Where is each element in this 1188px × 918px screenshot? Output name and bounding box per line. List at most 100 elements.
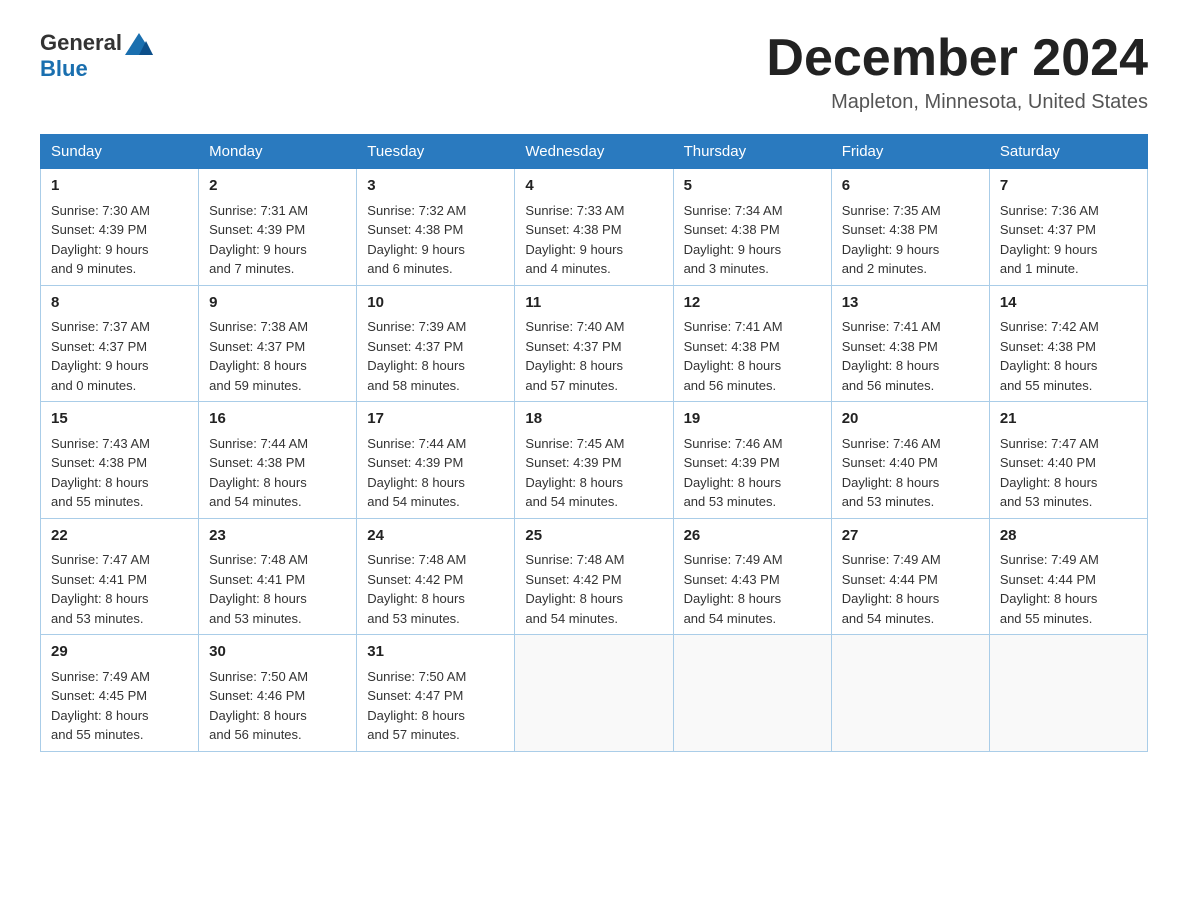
daylight-text-line2: and 2 minutes. bbox=[842, 259, 979, 279]
calendar-cell: 19Sunrise: 7:46 AMSunset: 4:39 PMDayligh… bbox=[673, 402, 831, 519]
day-info: Sunrise: 7:33 AMSunset: 4:38 PMDaylight:… bbox=[525, 201, 662, 279]
daylight-text-line2: and 57 minutes. bbox=[525, 376, 662, 396]
sunset-text: Sunset: 4:44 PM bbox=[1000, 570, 1137, 590]
sunrise-text: Sunrise: 7:47 AM bbox=[1000, 434, 1137, 454]
daylight-text-line1: Daylight: 9 hours bbox=[684, 240, 821, 260]
daylight-text-line1: Daylight: 8 hours bbox=[367, 356, 504, 376]
sunrise-text: Sunrise: 7:50 AM bbox=[209, 667, 346, 687]
day-number: 4 bbox=[525, 175, 662, 198]
daylight-text-line2: and 56 minutes. bbox=[684, 376, 821, 396]
day-info: Sunrise: 7:47 AMSunset: 4:40 PMDaylight:… bbox=[1000, 434, 1137, 512]
day-info: Sunrise: 7:47 AMSunset: 4:41 PMDaylight:… bbox=[51, 550, 188, 628]
sunrise-text: Sunrise: 7:33 AM bbox=[525, 201, 662, 221]
day-number: 2 bbox=[209, 175, 346, 198]
calendar-cell: 2 Sunrise: 7:31 AMSunset: 4:39 PMDaylight… bbox=[199, 169, 357, 286]
daylight-text-line2: and 55 minutes. bbox=[1000, 376, 1137, 396]
sunset-text: Sunset: 4:39 PM bbox=[525, 453, 662, 473]
sunset-text: Sunset: 4:38 PM bbox=[684, 220, 821, 240]
day-number: 6 bbox=[842, 175, 979, 198]
daylight-text-line1: Daylight: 8 hours bbox=[367, 473, 504, 493]
calendar-cell: 28Sunrise: 7:49 AMSunset: 4:44 PMDayligh… bbox=[989, 518, 1147, 635]
day-info: Sunrise: 7:34 AMSunset: 4:38 PMDaylight:… bbox=[684, 201, 821, 279]
sunrise-text: Sunrise: 7:41 AM bbox=[842, 317, 979, 337]
sunset-text: Sunset: 4:40 PM bbox=[842, 453, 979, 473]
sunrise-text: Sunrise: 7:48 AM bbox=[209, 550, 346, 570]
calendar-cell: 3Sunrise: 7:32 AMSunset: 4:38 PMDaylight… bbox=[357, 169, 515, 286]
weekday-header-monday: Monday bbox=[199, 135, 357, 169]
day-number: 31 bbox=[367, 641, 504, 664]
daylight-text-line1: Daylight: 9 hours bbox=[51, 240, 188, 260]
daylight-text-line2: and 54 minutes. bbox=[209, 492, 346, 512]
daylight-text-line2: and 53 minutes. bbox=[51, 609, 188, 629]
sunset-text: Sunset: 4:46 PM bbox=[209, 686, 346, 706]
sunset-text: Sunset: 4:37 PM bbox=[209, 337, 346, 357]
daylight-text-line2: and 53 minutes. bbox=[367, 609, 504, 629]
sunrise-text: Sunrise: 7:44 AM bbox=[209, 434, 346, 454]
daylight-text-line1: Daylight: 8 hours bbox=[209, 356, 346, 376]
day-info: Sunrise: 7:48 AMSunset: 4:42 PMDaylight:… bbox=[525, 550, 662, 628]
day-number: 14 bbox=[1000, 292, 1137, 315]
calendar-cell: 11Sunrise: 7:40 AMSunset: 4:37 PMDayligh… bbox=[515, 285, 673, 402]
daylight-text-line1: Daylight: 8 hours bbox=[51, 473, 188, 493]
sunset-text: Sunset: 4:38 PM bbox=[209, 453, 346, 473]
sunrise-text: Sunrise: 7:46 AM bbox=[684, 434, 821, 454]
sunrise-text: Sunrise: 7:35 AM bbox=[842, 201, 979, 221]
calendar-cell: 27Sunrise: 7:49 AMSunset: 4:44 PMDayligh… bbox=[831, 518, 989, 635]
day-number: 29 bbox=[51, 641, 188, 664]
sunset-text: Sunset: 4:43 PM bbox=[684, 570, 821, 590]
daylight-text-line1: Daylight: 8 hours bbox=[1000, 356, 1137, 376]
daylight-text-line1: Daylight: 9 hours bbox=[525, 240, 662, 260]
calendar-cell: 30Sunrise: 7:50 AMSunset: 4:46 PMDayligh… bbox=[199, 635, 357, 752]
sunrise-text: Sunrise: 7:32 AM bbox=[367, 201, 504, 221]
calendar-cell: 22Sunrise: 7:47 AMSunset: 4:41 PMDayligh… bbox=[41, 518, 199, 635]
day-number: 13 bbox=[842, 292, 979, 315]
weekday-header-sunday: Sunday bbox=[41, 135, 199, 169]
day-number: 16 bbox=[209, 408, 346, 431]
daylight-text-line1: Daylight: 8 hours bbox=[367, 706, 504, 726]
day-info: Sunrise: 7:39 AMSunset: 4:37 PMDaylight:… bbox=[367, 317, 504, 395]
sunset-text: Sunset: 4:37 PM bbox=[525, 337, 662, 357]
calendar-cell bbox=[515, 635, 673, 752]
calendar-cell: 31Sunrise: 7:50 AMSunset: 4:47 PMDayligh… bbox=[357, 635, 515, 752]
sunset-text: Sunset: 4:39 PM bbox=[684, 453, 821, 473]
sunrise-text: Sunrise: 7:49 AM bbox=[684, 550, 821, 570]
day-number: 15 bbox=[51, 408, 188, 431]
sunrise-text: Sunrise: 7:49 AM bbox=[51, 667, 188, 687]
day-number: 12 bbox=[684, 292, 821, 315]
daylight-text-line2: and 54 minutes. bbox=[842, 609, 979, 629]
calendar-cell: 26Sunrise: 7:49 AMSunset: 4:43 PMDayligh… bbox=[673, 518, 831, 635]
day-info: Sunrise: 7:31 AMSunset: 4:39 PMDaylight:… bbox=[209, 201, 346, 279]
page-header: General Blue December 2024 Mapleton, Min… bbox=[40, 30, 1148, 114]
daylight-text-line2: and 53 minutes. bbox=[1000, 492, 1137, 512]
day-number: 22 bbox=[51, 525, 188, 548]
calendar-cell bbox=[989, 635, 1147, 752]
daylight-text-line2: and 58 minutes. bbox=[367, 376, 504, 396]
calendar-cell bbox=[831, 635, 989, 752]
calendar-cell: 29Sunrise: 7:49 AMSunset: 4:45 PMDayligh… bbox=[41, 635, 199, 752]
day-info: Sunrise: 7:45 AMSunset: 4:39 PMDaylight:… bbox=[525, 434, 662, 512]
daylight-text-line2: and 59 minutes. bbox=[209, 376, 346, 396]
sunrise-text: Sunrise: 7:48 AM bbox=[367, 550, 504, 570]
day-info: Sunrise: 7:30 AMSunset: 4:39 PMDaylight:… bbox=[51, 201, 188, 279]
calendar-week-row: 29Sunrise: 7:49 AMSunset: 4:45 PMDayligh… bbox=[41, 635, 1148, 752]
daylight-text-line2: and 54 minutes. bbox=[525, 492, 662, 512]
day-number: 7 bbox=[1000, 175, 1137, 198]
day-number: 25 bbox=[525, 525, 662, 548]
sunrise-text: Sunrise: 7:40 AM bbox=[525, 317, 662, 337]
day-info: Sunrise: 7:41 AMSunset: 4:38 PMDaylight:… bbox=[842, 317, 979, 395]
weekday-header-friday: Friday bbox=[831, 135, 989, 169]
daylight-text-line2: and 55 minutes. bbox=[1000, 609, 1137, 629]
calendar-cell: 17Sunrise: 7:44 AMSunset: 4:39 PMDayligh… bbox=[357, 402, 515, 519]
calendar-cell: 6Sunrise: 7:35 AMSunset: 4:38 PMDaylight… bbox=[831, 169, 989, 286]
daylight-text-line2: and 56 minutes. bbox=[842, 376, 979, 396]
calendar-cell: 16Sunrise: 7:44 AMSunset: 4:38 PMDayligh… bbox=[199, 402, 357, 519]
day-info: Sunrise: 7:50 AMSunset: 4:46 PMDaylight:… bbox=[209, 667, 346, 745]
sunrise-text: Sunrise: 7:41 AM bbox=[684, 317, 821, 337]
daylight-text-line1: Daylight: 9 hours bbox=[209, 240, 346, 260]
daylight-text-line2: and 4 minutes. bbox=[525, 259, 662, 279]
daylight-text-line1: Daylight: 8 hours bbox=[684, 473, 821, 493]
daylight-text-line2: and 1 minute. bbox=[1000, 259, 1137, 279]
day-info: Sunrise: 7:37 AMSunset: 4:37 PMDaylight:… bbox=[51, 317, 188, 395]
day-number: 5 bbox=[684, 175, 821, 198]
daylight-text-line1: Daylight: 8 hours bbox=[51, 706, 188, 726]
